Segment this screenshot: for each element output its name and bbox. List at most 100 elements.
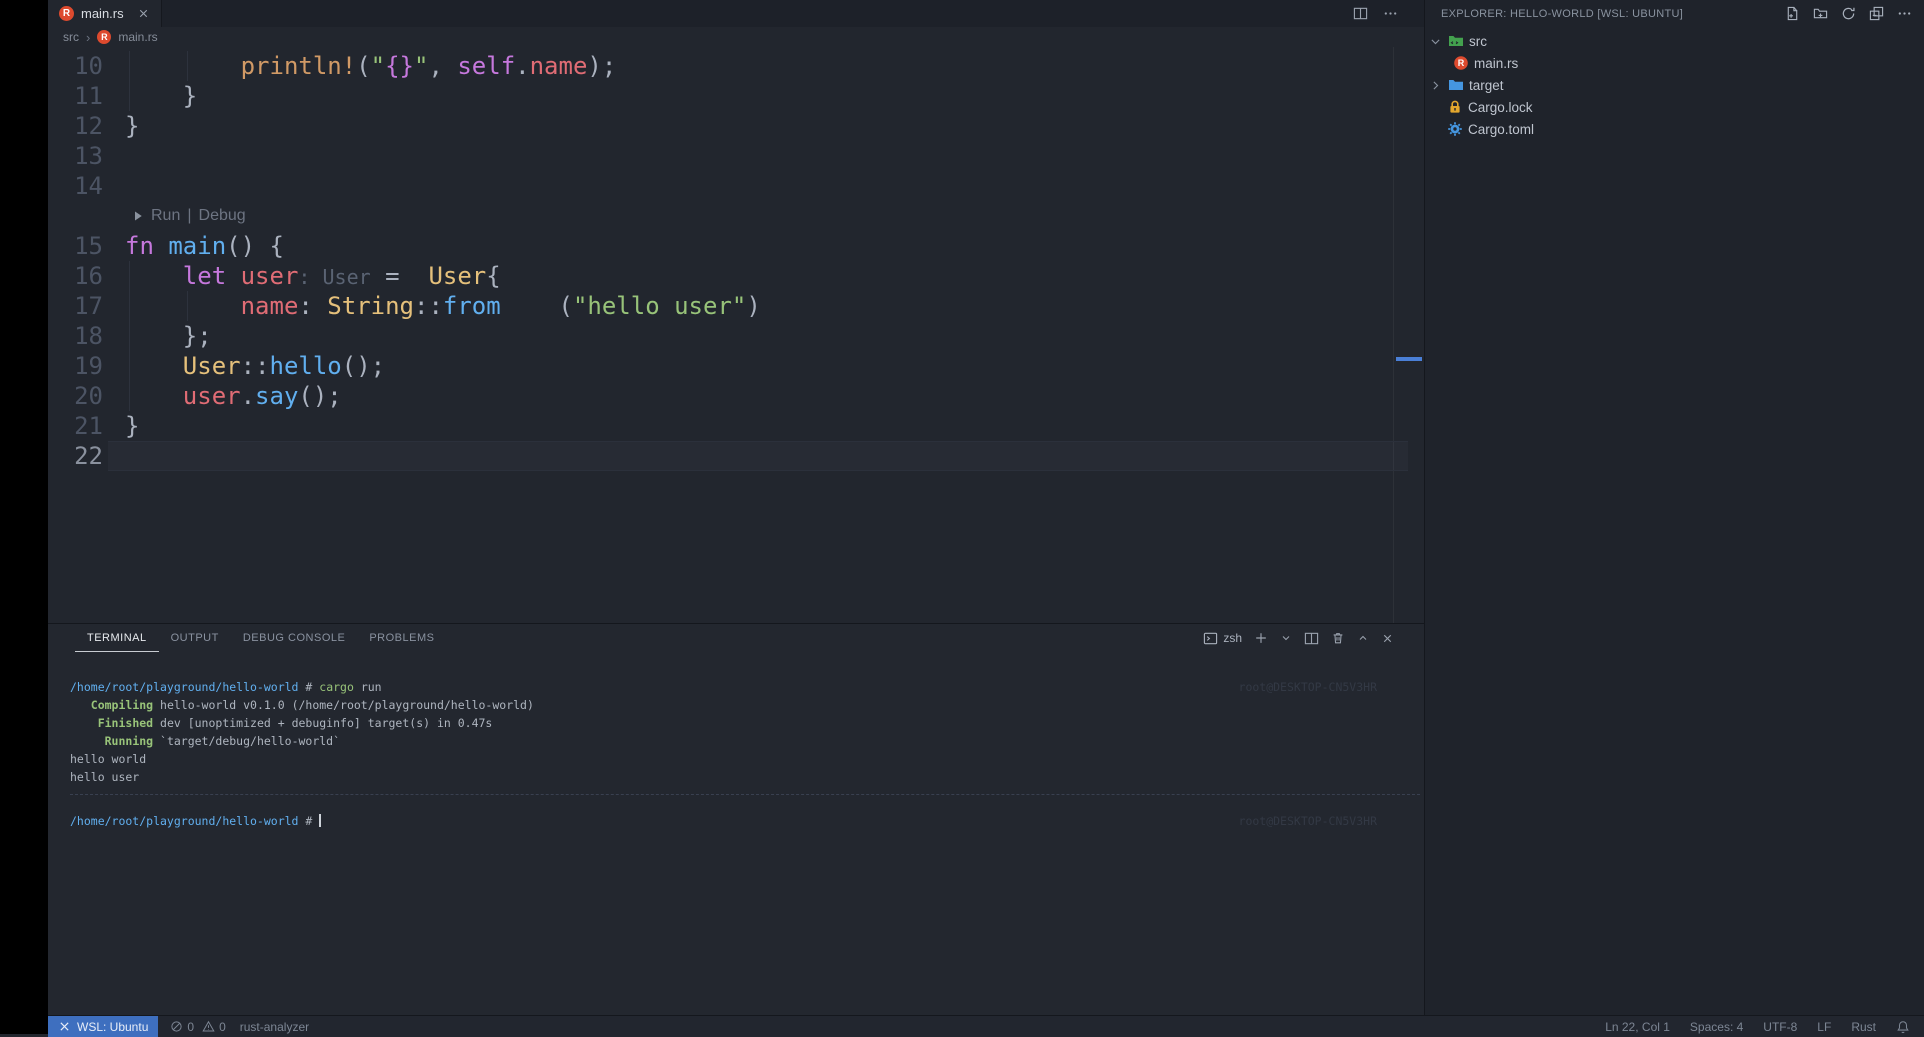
lsp-status[interactable]: rust-analyzer bbox=[240, 1020, 309, 1034]
codelens-run-debug[interactable]: Run | Debug bbox=[48, 201, 1424, 231]
code-line-16[interactable]: 16 let user: User = User{ bbox=[48, 261, 1424, 291]
encoding[interactable]: UTF-8 bbox=[1763, 1020, 1797, 1034]
panel-header: TERMINALOUTPUTDEBUG CONSOLEPROBLEMS zsh bbox=[48, 624, 1424, 652]
code-line-15[interactable]: 15fn main() { bbox=[48, 231, 1424, 261]
tree-item-label: Cargo.lock bbox=[1468, 100, 1533, 115]
more-actions-icon[interactable] bbox=[1383, 6, 1398, 21]
warning-count: 0 bbox=[219, 1020, 226, 1034]
shell-selector[interactable]: zsh bbox=[1203, 631, 1242, 646]
panel-tab-terminal[interactable]: TERMINAL bbox=[75, 624, 159, 652]
code-line-11[interactable]: 11 } bbox=[48, 81, 1424, 111]
new-folder-icon[interactable] bbox=[1813, 6, 1828, 21]
terminal-row: hello world bbox=[70, 750, 1424, 768]
code-line-21[interactable]: 21} bbox=[48, 411, 1424, 441]
error-count: 0 bbox=[187, 1020, 194, 1034]
line-number: 10 bbox=[48, 52, 103, 80]
tab-close-icon[interactable] bbox=[137, 7, 150, 20]
line-number: 20 bbox=[48, 382, 103, 410]
indentation[interactable]: Spaces: 4 bbox=[1690, 1020, 1743, 1034]
remote-label: WSL: Ubuntu bbox=[77, 1020, 148, 1034]
panel-tabs: TERMINALOUTPUTDEBUG CONSOLEPROBLEMS bbox=[48, 624, 446, 652]
terminal-row: hello user bbox=[70, 768, 1424, 786]
problems-summary[interactable]: 0 0 bbox=[170, 1020, 225, 1034]
refresh-icon[interactable] bbox=[1841, 6, 1856, 21]
code-text: name: String::from ("hello user") bbox=[125, 292, 761, 320]
eol[interactable]: LF bbox=[1817, 1020, 1831, 1034]
warning-icon bbox=[202, 1020, 215, 1033]
tree-item-src[interactable]: src bbox=[1425, 30, 1924, 52]
new-terminal-icon[interactable] bbox=[1254, 631, 1268, 645]
terminal-right-prompt: root@DESKTOP-CN5V3HR bbox=[1239, 812, 1377, 830]
kill-terminal-icon[interactable] bbox=[1331, 631, 1345, 645]
window-left-strip bbox=[0, 0, 48, 1034]
panel-tab-output[interactable]: OUTPUT bbox=[159, 624, 231, 652]
shell-label: zsh bbox=[1223, 631, 1242, 645]
gear-icon bbox=[1447, 121, 1463, 137]
error-icon bbox=[170, 1020, 183, 1033]
tab-main-rs[interactable]: R main.rs bbox=[48, 0, 162, 27]
codelens-separator: | bbox=[187, 207, 191, 225]
new-file-icon[interactable] bbox=[1785, 6, 1800, 21]
code-line-19[interactable]: 19 User::hello(); bbox=[48, 351, 1424, 381]
line-number: 17 bbox=[48, 292, 103, 320]
code-text: user.say(); bbox=[125, 382, 342, 410]
launch-profile-chevron-icon[interactable] bbox=[1280, 632, 1292, 644]
breadcrumb-file[interactable]: main.rs bbox=[118, 30, 157, 44]
split-editor-icon[interactable] bbox=[1353, 6, 1368, 21]
line-number: 16 bbox=[48, 262, 103, 290]
tab-label: main.rs bbox=[81, 6, 124, 21]
chevron-down-icon[interactable] bbox=[1429, 35, 1443, 48]
terminal-cursor bbox=[319, 814, 321, 827]
language-mode[interactable]: Rust bbox=[1851, 1020, 1876, 1034]
run-icon[interactable] bbox=[132, 210, 144, 222]
code-line-10[interactable]: 10 println!("{}", self.name); bbox=[48, 51, 1424, 81]
close-panel-icon[interactable] bbox=[1381, 632, 1394, 645]
status-left: 0 0 rust-analyzer bbox=[158, 1020, 309, 1034]
code-line-20[interactable]: 20 user.say(); bbox=[48, 381, 1424, 411]
code-line-17[interactable]: 17 name: String::from ("hello user") bbox=[48, 291, 1424, 321]
breadcrumb-folder[interactable]: src bbox=[63, 30, 79, 44]
code-line-22[interactable]: 22 bbox=[48, 441, 1424, 471]
tree-item-main-rs[interactable]: Rmain.rs bbox=[1425, 52, 1924, 74]
line-number: 19 bbox=[48, 352, 103, 380]
terminal-row: Running `target/debug/hello-world` bbox=[70, 732, 1424, 750]
line-number: 14 bbox=[48, 172, 103, 200]
codelens-debug-label[interactable]: Debug bbox=[199, 207, 246, 225]
line-number: 13 bbox=[48, 142, 103, 170]
explorer-toolbar bbox=[1785, 6, 1912, 21]
code-text: println!("{}", self.name); bbox=[125, 52, 616, 80]
line-number: 18 bbox=[48, 322, 103, 350]
bottom-panel: TERMINALOUTPUTDEBUG CONSOLEPROBLEMS zsh bbox=[48, 623, 1424, 1015]
code-editor[interactable]: 10 println!("{}", self.name);11 }12}1314… bbox=[48, 47, 1424, 623]
maximize-panel-icon[interactable] bbox=[1357, 632, 1369, 644]
indent-guide bbox=[187, 291, 188, 321]
collapse-all-icon[interactable] bbox=[1869, 6, 1884, 21]
code-text: let user: User = User{ bbox=[125, 262, 501, 290]
chevron-right-icon[interactable] bbox=[1429, 79, 1443, 92]
code-line-13[interactable]: 13 bbox=[48, 141, 1424, 171]
codelens-run-label[interactable]: Run bbox=[151, 207, 180, 225]
split-terminal-icon[interactable] bbox=[1304, 631, 1319, 646]
tree-item-cargo-toml[interactable]: Cargo.toml bbox=[1425, 118, 1924, 140]
rust-file-icon: R bbox=[1453, 55, 1469, 71]
status-right: Ln 22, Col 1 Spaces: 4 UTF-8 LF Rust bbox=[1605, 1020, 1924, 1034]
notifications-bell-icon[interactable] bbox=[1896, 1020, 1910, 1034]
explorer-title: EXPLORER: HELLO-WORLD [WSL: UBUNTU] bbox=[1441, 8, 1683, 20]
code-line-18[interactable]: 18 }; bbox=[48, 321, 1424, 351]
line-number: 11 bbox=[48, 82, 103, 110]
code-text: } bbox=[125, 82, 197, 110]
panel-tab-problems[interactable]: PROBLEMS bbox=[357, 624, 446, 652]
cursor-position[interactable]: Ln 22, Col 1 bbox=[1605, 1020, 1670, 1034]
terminal-icon bbox=[1203, 631, 1218, 646]
tree-item-target[interactable]: target bbox=[1425, 74, 1924, 96]
code-line-12[interactable]: 12} bbox=[48, 111, 1424, 141]
code-line-14[interactable]: 14 bbox=[48, 171, 1424, 201]
line-number: 12 bbox=[48, 112, 103, 140]
code-text: User::hello(); bbox=[125, 352, 385, 380]
tree-item-cargo-lock[interactable]: Cargo.lock bbox=[1425, 96, 1924, 118]
terminal-row: /home/root/playground/hello-world # root… bbox=[70, 812, 1424, 830]
views-more-icon[interactable] bbox=[1897, 6, 1912, 21]
terminal-output[interactable]: /home/root/playground/hello-world # carg… bbox=[48, 652, 1424, 830]
panel-tab-debug-console[interactable]: DEBUG CONSOLE bbox=[231, 624, 357, 652]
editor-actions bbox=[1353, 0, 1424, 27]
